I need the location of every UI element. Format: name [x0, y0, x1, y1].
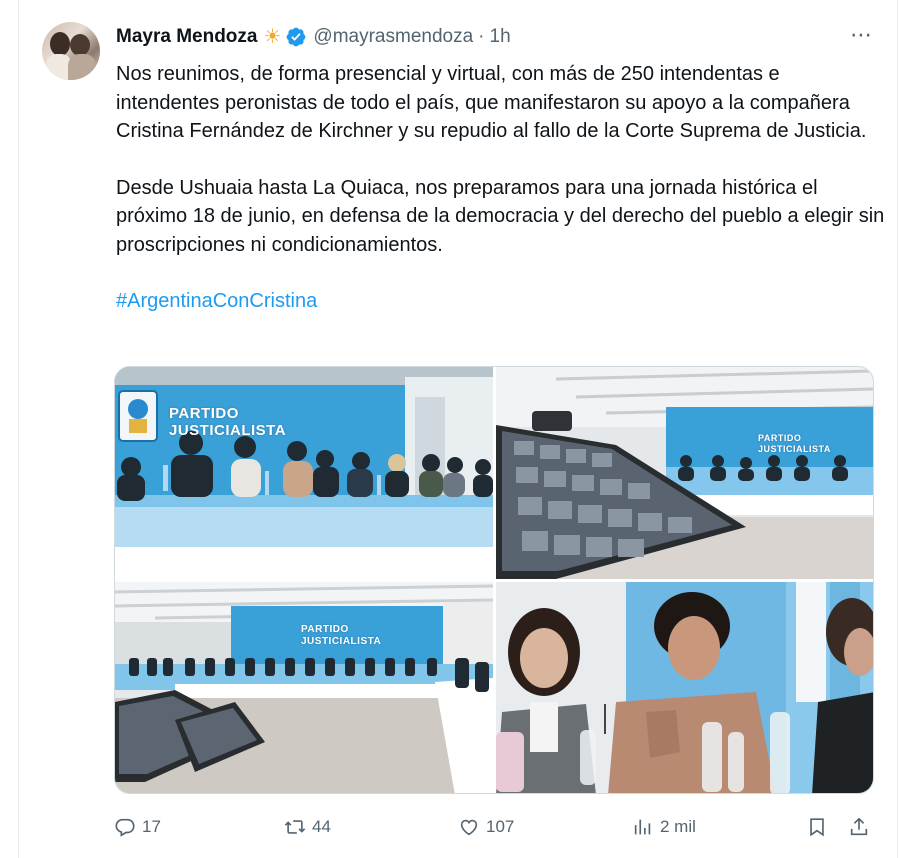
- reply-count: 17: [142, 817, 161, 836]
- more-icon[interactable]: ⋯: [850, 24, 873, 46]
- photo-1[interactable]: PARTIDO JUSTICIALISTA: [115, 367, 493, 579]
- reply-icon: [115, 818, 135, 837]
- photo-3[interactable]: PARTIDO JUSTICIALISTA: [115, 582, 493, 793]
- repost-icon: [284, 820, 306, 834]
- tweet-paragraph-2: Desde Ushuaia hasta La Quiaca, nos prepa…: [116, 176, 885, 256]
- tweet-text: Nos reunimos, de forma presencial y virt…: [116, 60, 886, 316]
- reply-button[interactable]: 17: [114, 812, 161, 842]
- separator-dot: ·: [478, 26, 485, 47]
- author-handle[interactable]: @mayrasmendoza: [313, 26, 473, 48]
- like-button[interactable]: 107: [458, 812, 514, 842]
- share-button[interactable]: [848, 812, 870, 842]
- repost-button[interactable]: 44: [284, 812, 331, 842]
- sun-emoji-icon: ☀: [263, 26, 282, 48]
- tweet-header: Mayra Mendoza ☀ @mayrasmendoza · 1h: [116, 24, 511, 50]
- avatar[interactable]: [42, 22, 100, 80]
- media-grid: PARTIDO JUSTICIALISTA PARTIDO JUSTICIALI…: [114, 366, 874, 794]
- tweet-time[interactable]: 1h: [490, 26, 511, 48]
- heart-icon: [460, 819, 478, 836]
- share-icon: [850, 817, 868, 836]
- photo-2[interactable]: PARTIDO JUSTICIALISTA: [496, 367, 873, 579]
- photo-4[interactable]: [496, 582, 873, 793]
- author-name[interactable]: Mayra Mendoza: [116, 26, 257, 48]
- views-button[interactable]: 2 mil: [632, 812, 696, 842]
- views-icon: [634, 819, 651, 835]
- hashtag-link[interactable]: #ArgentinaConCristina: [116, 287, 886, 316]
- photo-1-sign: PARTIDO JUSTICIALISTA: [169, 405, 287, 439]
- tweet-actions: 17 44 107 2 mil: [114, 812, 882, 842]
- bookmark-button[interactable]: [806, 812, 828, 842]
- bookmark-icon: [810, 818, 824, 837]
- like-count: 107: [486, 817, 515, 836]
- repost-count: 44: [312, 817, 331, 836]
- views-count: 2 mil: [660, 817, 696, 836]
- photo-3-sign: PARTIDO JUSTICIALISTA: [301, 624, 382, 647]
- photo-2-sign: PARTIDO JUSTICIALISTA: [758, 433, 831, 454]
- verified-icon[interactable]: [285, 26, 307, 48]
- tweet-paragraph-1: Nos reunimos, de forma presencial y virt…: [116, 63, 867, 142]
